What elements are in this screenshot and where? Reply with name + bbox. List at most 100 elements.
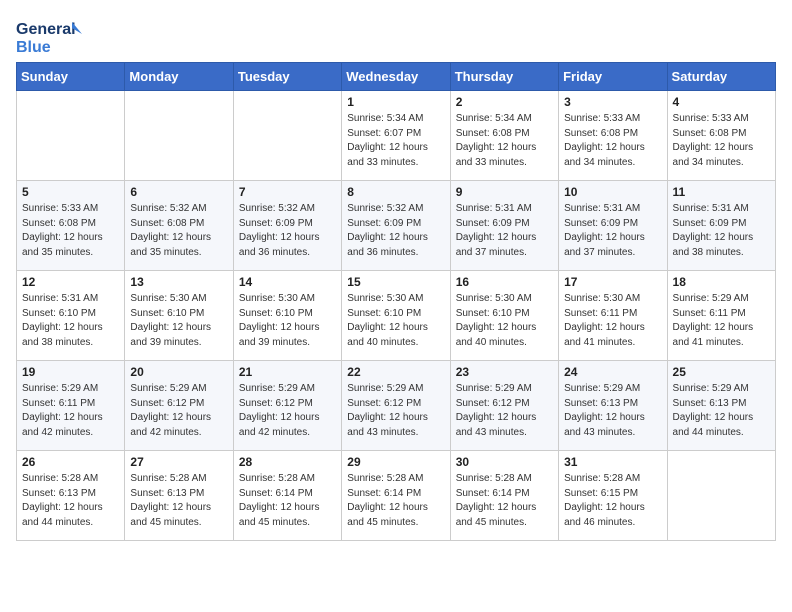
week-row-5: 26 Sunrise: 5:28 AM Sunset: 6:13 PM Dayli… (17, 451, 776, 541)
cell-info: Sunrise: 5:30 AM Sunset: 6:10 PM Dayligh… (456, 292, 553, 350)
cell-info: Sunrise: 5:29 AM Sunset: 6:12 PM Dayligh… (347, 382, 444, 440)
calendar-cell: 11 Sunrise: 5:31 AM Sunset: 6:09 PM Dayli… (667, 181, 775, 271)
svg-text:General: General (16, 21, 76, 38)
day-number: 15 (347, 275, 444, 289)
day-number: 31 (564, 455, 661, 469)
svg-text:Blue: Blue (16, 39, 51, 56)
cell-info: Sunrise: 5:31 AM Sunset: 6:09 PM Dayligh… (456, 202, 553, 260)
calendar-cell: 12 Sunrise: 5:31 AM Sunset: 6:10 PM Dayli… (17, 271, 125, 361)
cell-info: Sunrise: 5:31 AM Sunset: 6:09 PM Dayligh… (564, 202, 661, 260)
day-number: 17 (564, 275, 661, 289)
day-number: 22 (347, 365, 444, 379)
calendar-cell: 14 Sunrise: 5:30 AM Sunset: 6:10 PM Dayli… (233, 271, 341, 361)
day-number: 20 (130, 365, 227, 379)
calendar-cell: 22 Sunrise: 5:29 AM Sunset: 6:12 PM Dayli… (342, 361, 450, 451)
cell-info: Sunrise: 5:28 AM Sunset: 6:14 PM Dayligh… (239, 472, 336, 530)
day-number: 11 (673, 185, 770, 199)
calendar-cell: 26 Sunrise: 5:28 AM Sunset: 6:13 PM Dayli… (17, 451, 125, 541)
calendar-cell (125, 91, 233, 181)
day-number: 21 (239, 365, 336, 379)
calendar-cell: 27 Sunrise: 5:28 AM Sunset: 6:13 PM Dayli… (125, 451, 233, 541)
col-header-tuesday: Tuesday (233, 63, 341, 91)
calendar-cell: 25Sunrise: 5:29 AM Sunset: 6:13 PM Dayli… (667, 361, 775, 451)
calendar-cell: 6 Sunrise: 5:32 AM Sunset: 6:08 PM Daylig… (125, 181, 233, 271)
day-number: 26 (22, 455, 119, 469)
day-number: 4 (673, 95, 770, 109)
day-number: 18 (673, 275, 770, 289)
day-number: 30 (456, 455, 553, 469)
calendar-cell: 13 Sunrise: 5:30 AM Sunset: 6:10 PM Dayli… (125, 271, 233, 361)
day-number: 3 (564, 95, 661, 109)
col-header-friday: Friday (559, 63, 667, 91)
calendar-cell (667, 451, 775, 541)
calendar-cell: 10 Sunrise: 5:31 AM Sunset: 6:09 PM Dayli… (559, 181, 667, 271)
day-number: 23 (456, 365, 553, 379)
day-number: 1 (347, 95, 444, 109)
day-number: 10 (564, 185, 661, 199)
day-number: 28 (239, 455, 336, 469)
calendar-cell: 31Sunrise: 5:28 AM Sunset: 6:15 PM Dayli… (559, 451, 667, 541)
calendar-cell: 23 Sunrise: 5:29 AM Sunset: 6:12 PM Dayli… (450, 361, 558, 451)
cell-info: Sunrise: 5:29 AM Sunset: 6:13 PM Dayligh… (564, 382, 661, 440)
calendar-cell: 2Sunrise: 5:34 AM Sunset: 6:08 PM Daylig… (450, 91, 558, 181)
day-number: 8 (347, 185, 444, 199)
calendar-cell: 21 Sunrise: 5:29 AM Sunset: 6:12 PM Dayli… (233, 361, 341, 451)
cell-info: Sunrise: 5:32 AM Sunset: 6:09 PM Dayligh… (239, 202, 336, 260)
cell-info: Sunrise: 5:30 AM Sunset: 6:10 PM Dayligh… (130, 292, 227, 350)
calendar-cell: 1 Sunrise: 5:34 AM Sunset: 6:07 PM Daylig… (342, 91, 450, 181)
cell-info: Sunrise: 5:30 AM Sunset: 6:11 PM Dayligh… (564, 292, 661, 350)
day-number: 19 (22, 365, 119, 379)
cell-info: Sunrise: 5:33 AM Sunset: 6:08 PM Dayligh… (564, 112, 661, 170)
cell-info: Sunrise: 5:33 AM Sunset: 6:08 PM Dayligh… (22, 202, 119, 260)
cell-info: Sunrise: 5:31 AM Sunset: 6:09 PM Dayligh… (673, 202, 770, 260)
cell-info: Sunrise: 5:28 AM Sunset: 6:13 PM Dayligh… (130, 472, 227, 530)
cell-info: Sunrise: 5:32 AM Sunset: 6:09 PM Dayligh… (347, 202, 444, 260)
cell-info: Sunrise: 5:29 AM Sunset: 6:12 PM Dayligh… (239, 382, 336, 440)
calendar-cell: 5 Sunrise: 5:33 AM Sunset: 6:08 PM Daylig… (17, 181, 125, 271)
cell-info: Sunrise: 5:29 AM Sunset: 6:12 PM Dayligh… (130, 382, 227, 440)
calendar-cell: 3 Sunrise: 5:33 AM Sunset: 6:08 PM Daylig… (559, 91, 667, 181)
day-number: 25 (673, 365, 770, 379)
cell-info: Sunrise: 5:29 AM Sunset: 6:12 PM Dayligh… (456, 382, 553, 440)
week-row-3: 12 Sunrise: 5:31 AM Sunset: 6:10 PM Dayli… (17, 271, 776, 361)
day-number: 14 (239, 275, 336, 289)
cell-info: Sunrise: 5:34 AM Sunset: 6:07 PM Dayligh… (347, 112, 444, 170)
cell-info: Sunrise: 5:28 AM Sunset: 6:13 PM Dayligh… (22, 472, 119, 530)
day-number: 27 (130, 455, 227, 469)
cell-info: Sunrise: 5:31 AM Sunset: 6:10 PM Dayligh… (22, 292, 119, 350)
calendar-header-row: SundayMondayTuesdayWednesdayThursdayFrid… (17, 63, 776, 91)
day-number: 7 (239, 185, 336, 199)
col-header-monday: Monday (125, 63, 233, 91)
day-number: 13 (130, 275, 227, 289)
cell-info: Sunrise: 5:33 AM Sunset: 6:08 PM Dayligh… (673, 112, 770, 170)
cell-info: Sunrise: 5:30 AM Sunset: 6:10 PM Dayligh… (239, 292, 336, 350)
col-header-thursday: Thursday (450, 63, 558, 91)
calendar-cell: 4 Sunrise: 5:33 AM Sunset: 6:08 PM Daylig… (667, 91, 775, 181)
calendar-cell: 18 Sunrise: 5:29 AM Sunset: 6:11 PM Dayli… (667, 271, 775, 361)
day-number: 24 (564, 365, 661, 379)
calendar-cell: 17 Sunrise: 5:30 AM Sunset: 6:11 PM Dayli… (559, 271, 667, 361)
day-number: 29 (347, 455, 444, 469)
calendar-table: SundayMondayTuesdayWednesdayThursdayFrid… (16, 62, 776, 541)
col-header-wednesday: Wednesday (342, 63, 450, 91)
calendar-cell: 30 Sunrise: 5:28 AM Sunset: 6:14 PM Dayli… (450, 451, 558, 541)
calendar-cell (233, 91, 341, 181)
week-row-1: 1 Sunrise: 5:34 AM Sunset: 6:07 PM Daylig… (17, 91, 776, 181)
cell-info: Sunrise: 5:28 AM Sunset: 6:14 PM Dayligh… (456, 472, 553, 530)
col-header-sunday: Sunday (17, 63, 125, 91)
calendar-cell: 7 Sunrise: 5:32 AM Sunset: 6:09 PM Daylig… (233, 181, 341, 271)
cell-info: Sunrise: 5:29 AM Sunset: 6:11 PM Dayligh… (22, 382, 119, 440)
day-number: 2 (456, 95, 553, 109)
calendar-cell: 16Sunrise: 5:30 AM Sunset: 6:10 PM Dayli… (450, 271, 558, 361)
day-number: 6 (130, 185, 227, 199)
calendar-cell: 24 Sunrise: 5:29 AM Sunset: 6:13 PM Dayli… (559, 361, 667, 451)
calendar-cell: 28 Sunrise: 5:28 AM Sunset: 6:14 PM Dayli… (233, 451, 341, 541)
day-number: 12 (22, 275, 119, 289)
logo-svg: GeneralBlue (16, 16, 86, 58)
calendar-cell: 19 Sunrise: 5:29 AM Sunset: 6:11 PM Dayli… (17, 361, 125, 451)
calendar-cell: 20 Sunrise: 5:29 AM Sunset: 6:12 PM Dayli… (125, 361, 233, 451)
cell-info: Sunrise: 5:32 AM Sunset: 6:08 PM Dayligh… (130, 202, 227, 260)
day-number: 5 (22, 185, 119, 199)
cell-info: Sunrise: 5:29 AM Sunset: 6:11 PM Dayligh… (673, 292, 770, 350)
calendar-cell: 29Sunrise: 5:28 AM Sunset: 6:14 PM Dayli… (342, 451, 450, 541)
